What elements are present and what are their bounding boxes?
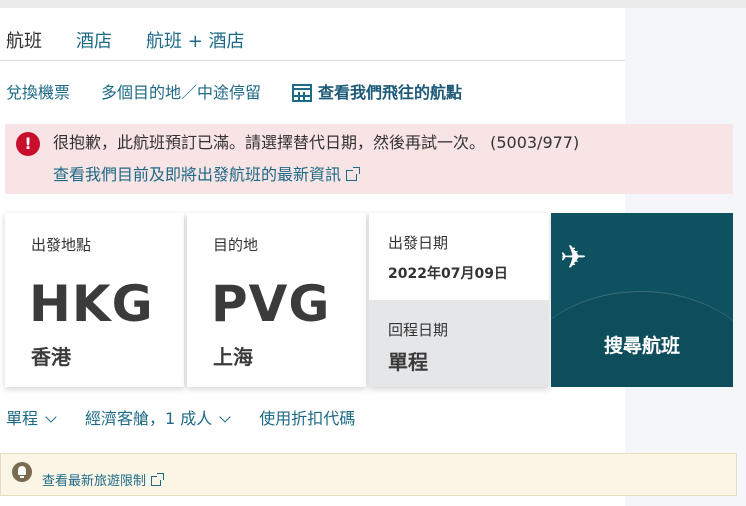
calendar-grid-icon xyxy=(292,84,313,102)
origin-city: 香港 xyxy=(31,345,71,369)
search-flights-button[interactable]: ✈ 搜尋航班 xyxy=(551,213,733,387)
departure-date-field[interactable]: 出發日期 2022年07月09日 xyxy=(369,213,549,300)
flight-status-link-label: 查看我們目前及即將出發航班的最新資訊 xyxy=(53,165,342,184)
tab-hotels[interactable]: 酒店 xyxy=(76,30,112,54)
cabin-passengers-value: 經濟客艙，1 成人 xyxy=(85,409,213,428)
secondary-links: 兌換機票 多個目的地／中途停留 查看我們飛往的航點 xyxy=(6,82,462,104)
external-link-icon xyxy=(151,473,165,486)
redeem-flights-link[interactable]: 兌換機票 xyxy=(6,82,70,104)
cabin-passengers-dropdown[interactable]: 經濟客艙，1 成人 xyxy=(85,408,231,430)
tab-flights[interactable]: 航班 xyxy=(6,30,42,54)
destination-code: PVG xyxy=(211,275,331,333)
bell-icon xyxy=(12,462,32,482)
dates-field: 出發日期 2022年07月09日 回程日期 單程 xyxy=(369,213,549,387)
tabs-divider xyxy=(0,60,625,61)
airplane-icon: ✈ xyxy=(560,238,587,276)
multi-city-link[interactable]: 多個目的地／中途停留 xyxy=(101,82,261,104)
error-banner: ! 很抱歉，此航班預訂已滿。請選擇替代日期，然後再試一次。 (5003/977)… xyxy=(5,124,733,194)
travel-restrictions-link-label: 查看最新旅遊限制 xyxy=(42,474,147,489)
search-options: 單程 經濟客艙，1 成人 使用折扣代碼 xyxy=(6,408,355,430)
top-strip xyxy=(0,0,746,8)
promo-code-link[interactable]: 使用折扣代碼 xyxy=(259,408,355,430)
tab-flight-hotel[interactable]: 航班 + 酒店 xyxy=(146,30,245,54)
error-message: 很抱歉，此航班預訂已滿。請選擇替代日期，然後再試一次。 (5003/977) xyxy=(53,133,580,152)
trip-type-value: 單程 xyxy=(6,409,39,428)
external-link-icon xyxy=(346,167,361,181)
return-date-value: 單程 xyxy=(388,350,428,374)
return-date-field[interactable]: 回程日期 單程 xyxy=(369,300,549,387)
chevron-down-icon xyxy=(219,410,231,423)
travel-restrictions-notice: 查看最新旅遊限制 xyxy=(0,453,737,496)
departure-date-label: 出發日期 xyxy=(388,234,449,252)
destinations-link[interactable]: 查看我們飛往的航點 xyxy=(292,82,462,104)
search-flights-label: 搜尋航班 xyxy=(603,335,680,357)
trip-type-dropdown[interactable]: 單程 xyxy=(6,408,57,430)
return-date-label: 回程日期 xyxy=(388,321,449,339)
booking-tabs: 航班 酒店 航班 + 酒店 xyxy=(6,30,245,54)
destination-field[interactable]: 目的地 PVG 上海 xyxy=(187,213,366,387)
destination-city: 上海 xyxy=(213,345,253,369)
chevron-down-icon xyxy=(45,410,57,423)
travel-restrictions-link[interactable]: 查看最新旅遊限制 xyxy=(42,470,165,489)
error-icon: ! xyxy=(16,132,40,156)
flight-status-link[interactable]: 查看我們目前及即將出發航班的最新資訊 xyxy=(53,164,361,186)
destination-label: 目的地 xyxy=(213,236,259,254)
departure-date-value: 2022年07月09日 xyxy=(388,266,508,282)
origin-label: 出發地點 xyxy=(31,236,92,254)
origin-code: HKG xyxy=(29,275,154,333)
destinations-link-label: 查看我們飛往的航點 xyxy=(318,83,463,102)
origin-field[interactable]: 出發地點 HKG 香港 xyxy=(5,213,184,387)
